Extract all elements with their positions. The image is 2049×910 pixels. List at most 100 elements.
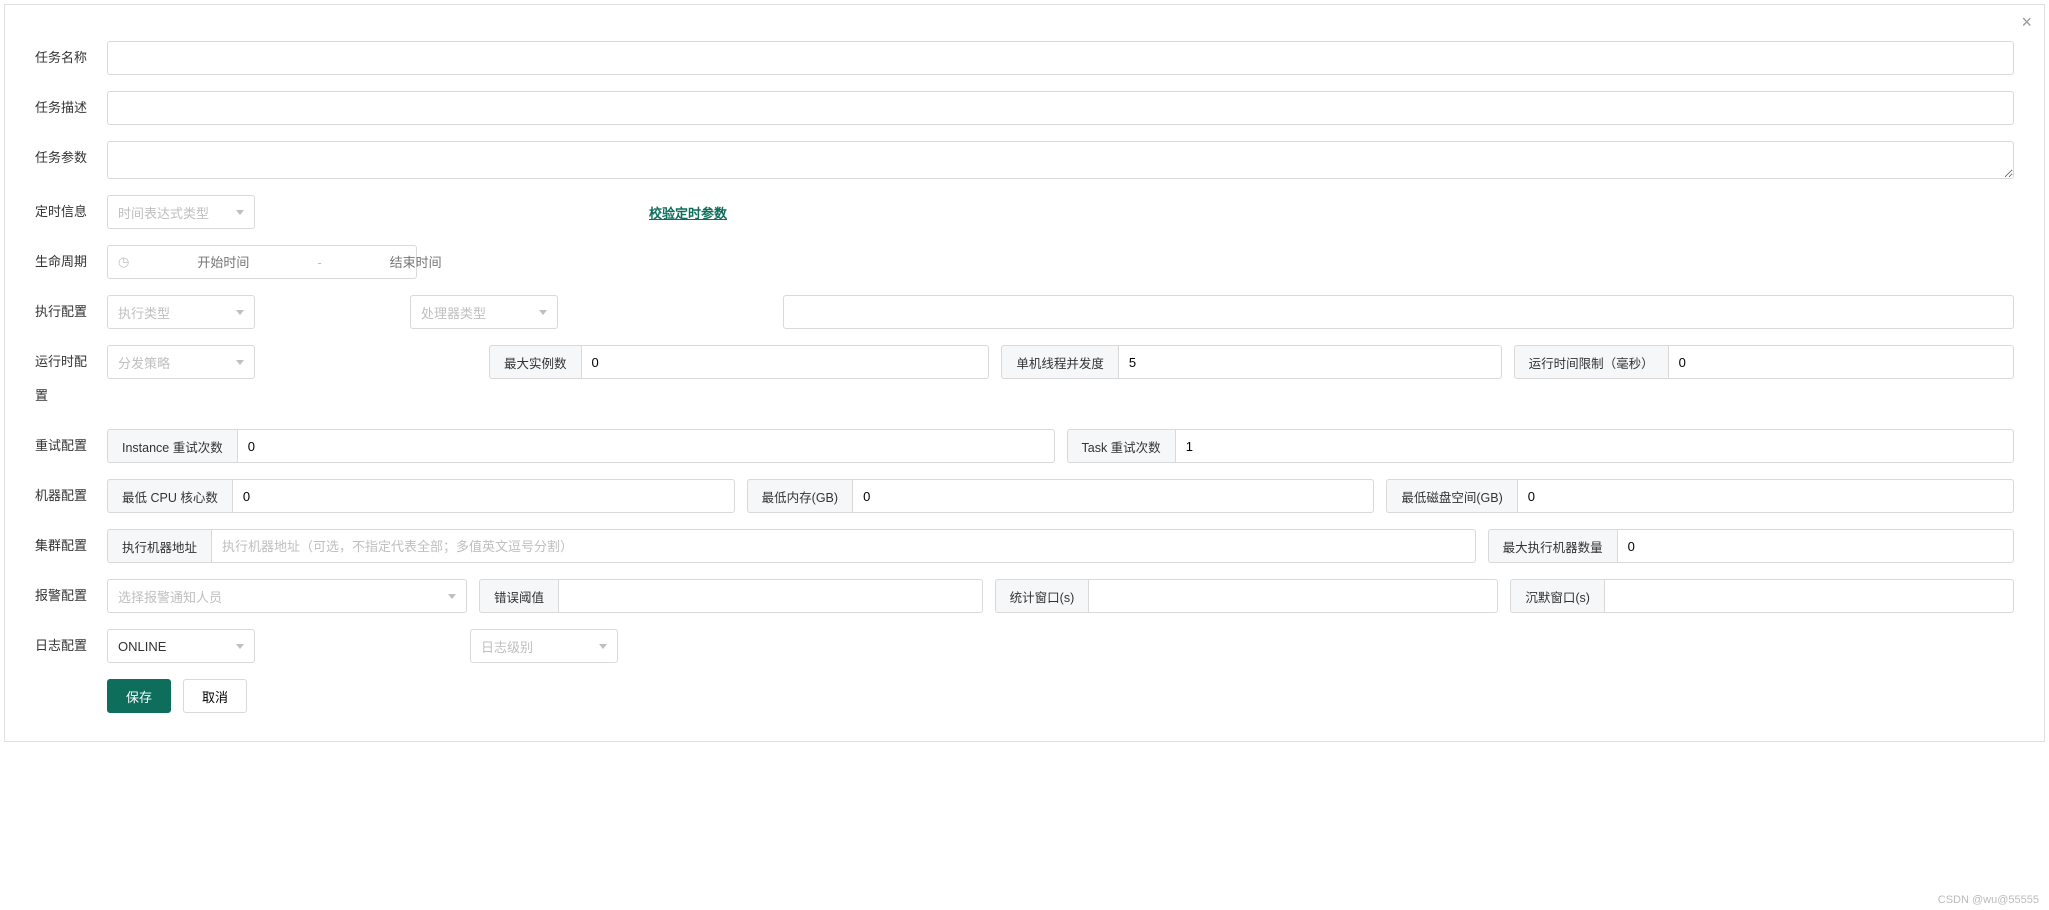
instance-retry-input[interactable]: [237, 429, 1055, 463]
max-instance-group: 最大实例数: [489, 345, 989, 379]
task-form-modal: × 任务名称 任务描述 任务参数 定时信息 时间表达式类型: [4, 4, 2045, 742]
label-lifecycle: 生命周期: [35, 245, 97, 279]
silence-window-group: 沉默窗口(s): [1510, 579, 2014, 613]
form-footer: 保存 取消: [107, 679, 2014, 713]
exec-address-addon: 执行机器地址: [107, 529, 211, 563]
row-exec: 执行配置 执行类型 处理器类型: [35, 295, 2014, 329]
min-cpu-input[interactable]: [232, 479, 735, 513]
min-mem-addon: 最低内存(GB): [747, 479, 852, 513]
row-task-params: 任务参数: [35, 141, 2014, 179]
thread-parallel-addon: 单机线程并发度: [1001, 345, 1118, 379]
alarm-people-select[interactable]: 选择报警通知人员: [107, 579, 467, 613]
validate-schedule-link[interactable]: 校验定时参数: [649, 195, 727, 229]
task-retry-addon: Task 重试次数: [1067, 429, 1175, 463]
row-machine: 机器配置 最低 CPU 核心数 最低内存(GB) 最低磁盘空间(GB): [35, 479, 2014, 513]
label-runtime: 运行时配置: [35, 345, 97, 413]
processor-type-select[interactable]: 处理器类型: [410, 295, 558, 329]
label-task-desc: 任务描述: [35, 91, 97, 125]
row-task-desc: 任务描述: [35, 91, 2014, 125]
chevron-down-icon: [236, 310, 244, 315]
lifecycle-start-input[interactable]: [135, 255, 311, 270]
chevron-down-icon: [236, 210, 244, 215]
max-exec-group: 最大执行机器数量: [1488, 529, 2014, 563]
log-level-text: 日志级别: [481, 637, 533, 656]
save-button[interactable]: 保存: [107, 679, 171, 713]
watermark: CSDN @wu@55555: [1938, 894, 2039, 906]
instance-retry-group: Instance 重试次数: [107, 429, 1055, 463]
label-cluster: 集群配置: [35, 529, 97, 563]
task-form: 任务名称 任务描述 任务参数 定时信息 时间表达式类型: [5, 5, 2044, 741]
min-disk-group: 最低磁盘空间(GB): [1386, 479, 2014, 513]
label-schedule: 定时信息: [35, 195, 97, 229]
min-mem-group: 最低内存(GB): [747, 479, 1375, 513]
max-instance-input[interactable]: [581, 345, 990, 379]
log-level-select[interactable]: 日志级别: [470, 629, 618, 663]
label-log: 日志配置: [35, 629, 97, 663]
min-cpu-addon: 最低 CPU 核心数: [107, 479, 232, 513]
max-exec-input[interactable]: [1617, 529, 2014, 563]
max-instance-addon: 最大实例数: [489, 345, 581, 379]
alarm-people-text: 选择报警通知人员: [118, 587, 222, 606]
row-runtime: 运行时配置 分发策略 最大实例数 单机线程并发度 运行时间限制（毫秒）: [35, 345, 2014, 413]
schedule-expr-type-text: 时间表达式类型: [118, 203, 209, 222]
row-retry: 重试配置 Instance 重试次数 Task 重试次数: [35, 429, 2014, 463]
label-task-name: 任务名称: [35, 41, 97, 75]
label-exec: 执行配置: [35, 295, 97, 329]
stat-window-input[interactable]: [1088, 579, 1498, 613]
chevron-down-icon: [236, 644, 244, 649]
exec-extra-input[interactable]: [783, 295, 2014, 329]
chevron-down-icon: [236, 360, 244, 365]
close-icon[interactable]: ×: [2021, 13, 2032, 31]
exec-address-input[interactable]: [211, 529, 1476, 563]
min-disk-addon: 最低磁盘空间(GB): [1386, 479, 1516, 513]
row-task-name: 任务名称: [35, 41, 2014, 75]
error-threshold-addon: 错误阈值: [479, 579, 558, 613]
run-limit-group: 运行时间限制（毫秒）: [1514, 345, 2014, 379]
task-name-input[interactable]: [107, 41, 2014, 75]
max-exec-addon: 最大执行机器数量: [1488, 529, 1617, 563]
stat-window-addon: 统计窗口(s): [995, 579, 1089, 613]
row-alarm: 报警配置 选择报警通知人员 错误阈值 统计窗口(s) 沉默窗口(s): [35, 579, 2014, 613]
error-threshold-group: 错误阈值: [479, 579, 983, 613]
exec-type-select[interactable]: 执行类型: [107, 295, 255, 329]
silence-window-addon: 沉默窗口(s): [1510, 579, 1604, 613]
exec-address-group: 执行机器地址: [107, 529, 1476, 563]
label-alarm: 报警配置: [35, 579, 97, 613]
thread-parallel-group: 单机线程并发度: [1001, 345, 1501, 379]
row-cluster: 集群配置 执行机器地址 最大执行机器数量: [35, 529, 2014, 563]
schedule-expr-type-select[interactable]: 时间表达式类型: [107, 195, 255, 229]
chevron-down-icon: [599, 644, 607, 649]
chevron-down-icon: [448, 594, 456, 599]
task-retry-group: Task 重试次数: [1067, 429, 2015, 463]
row-schedule: 定时信息 时间表达式类型 校验定时参数: [35, 195, 2014, 229]
min-mem-input[interactable]: [852, 479, 1374, 513]
exec-type-text: 执行类型: [118, 303, 170, 322]
stat-window-group: 统计窗口(s): [995, 579, 1499, 613]
error-threshold-input[interactable]: [558, 579, 983, 613]
label-retry: 重试配置: [35, 429, 97, 463]
log-online-select[interactable]: ONLINE: [107, 629, 255, 663]
dispatch-strategy-select[interactable]: 分发策略: [107, 345, 255, 379]
cancel-button[interactable]: 取消: [183, 679, 247, 713]
silence-window-input[interactable]: [1604, 579, 2014, 613]
range-separator: -: [311, 255, 327, 270]
clock-icon: ◷: [118, 254, 129, 270]
run-limit-addon: 运行时间限制（毫秒）: [1514, 345, 1668, 379]
min-cpu-group: 最低 CPU 核心数: [107, 479, 735, 513]
dispatch-strategy-text: 分发策略: [118, 353, 170, 372]
min-disk-input[interactable]: [1517, 479, 2014, 513]
log-online-text: ONLINE: [118, 639, 166, 654]
lifecycle-end-input[interactable]: [328, 255, 504, 270]
thread-parallel-input[interactable]: [1118, 345, 1502, 379]
instance-retry-addon: Instance 重试次数: [107, 429, 237, 463]
lifecycle-range-picker[interactable]: ◷ -: [107, 245, 417, 279]
task-retry-input[interactable]: [1175, 429, 2014, 463]
run-limit-input[interactable]: [1668, 345, 2014, 379]
task-desc-input[interactable]: [107, 91, 2014, 125]
chevron-down-icon: [539, 310, 547, 315]
task-params-textarea[interactable]: [107, 141, 2014, 179]
processor-type-text: 处理器类型: [421, 303, 486, 322]
row-lifecycle: 生命周期 ◷ -: [35, 245, 2014, 279]
label-machine: 机器配置: [35, 479, 97, 513]
row-log: 日志配置 ONLINE 日志级别: [35, 629, 2014, 663]
